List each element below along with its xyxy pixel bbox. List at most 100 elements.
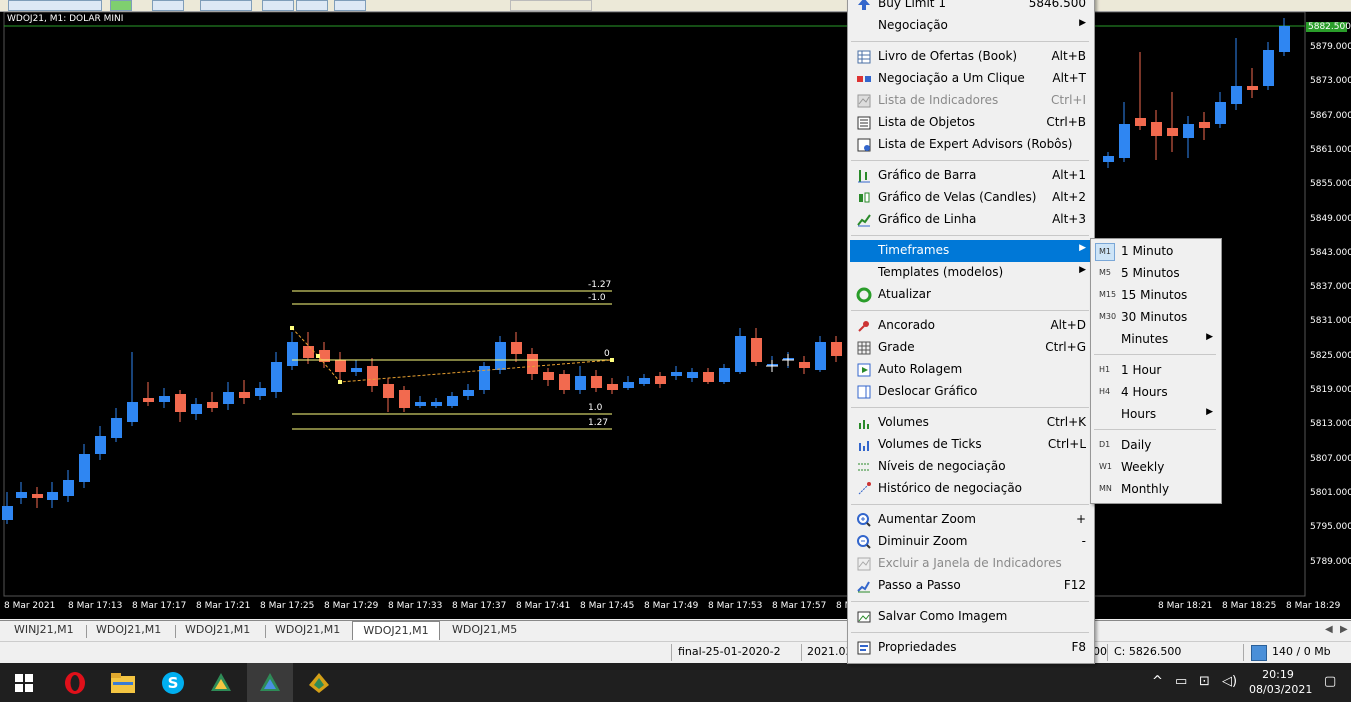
connection-status-icon[interactable] bbox=[1251, 645, 1267, 661]
toolbar-button[interactable] bbox=[8, 0, 102, 11]
tab-separator bbox=[265, 625, 266, 638]
battery-icon[interactable]: ▭ bbox=[1175, 674, 1187, 689]
menu-item-14[interactable]: Auto Rolagem bbox=[850, 359, 1092, 381]
network-icon[interactable]: ⊡ bbox=[1199, 674, 1210, 689]
menu-item-7[interactable]: Gráfico de Velas (Candles) Alt+2 bbox=[850, 187, 1092, 209]
candle-body bbox=[639, 378, 650, 384]
chart-tab[interactable]: WDOJ21,M1 bbox=[96, 623, 161, 639]
timeframe-item-0[interactable]: M1 1 Minuto bbox=[1093, 241, 1219, 263]
candle-body bbox=[95, 436, 106, 454]
timeframe-item-2[interactable]: M15 15 Minutos bbox=[1093, 285, 1219, 307]
toolbar-button[interactable] bbox=[110, 0, 132, 11]
time-tick-label: 8 Mar 2021 bbox=[4, 601, 56, 611]
tab-scroll-left-icon[interactable]: ◀ bbox=[1325, 624, 1333, 635]
menu-item-shortcut: F8 bbox=[1071, 640, 1086, 654]
metatrader-active-icon[interactable] bbox=[256, 669, 284, 697]
chart-tab[interactable]: WDOJ21,M5 bbox=[452, 623, 517, 639]
menu-item-11[interactable]: Atualizar bbox=[850, 284, 1092, 306]
file-explorer-icon[interactable] bbox=[109, 669, 137, 697]
clock-date: 08/03/2021 bbox=[1249, 683, 1313, 696]
menu-item-17[interactable]: Volumes de Ticks Ctrl+L bbox=[850, 434, 1092, 456]
menu-item-23[interactable]: Passo a Passo F12 bbox=[850, 575, 1092, 597]
price-tick-label: 5819.000 bbox=[1310, 385, 1351, 395]
menu-item-shortcut: 5846.500 bbox=[1028, 0, 1086, 10]
toolbar-button[interactable] bbox=[334, 0, 366, 11]
properties-icon bbox=[856, 640, 872, 656]
timeframe-item-3[interactable]: M30 30 Minutos bbox=[1093, 307, 1219, 329]
menu-item-19[interactable]: Histórico de negociação bbox=[850, 478, 1092, 500]
one-click-trading-icon bbox=[856, 71, 872, 87]
menu-item-5[interactable]: Lista de Expert Advisors (Robôs) bbox=[850, 134, 1092, 156]
menu-item-24[interactable]: Salvar Como Imagem bbox=[850, 606, 1092, 628]
timeframe-item-10[interactable]: MN Monthly bbox=[1093, 479, 1219, 501]
menu-item-16[interactable]: Volumes Ctrl+K bbox=[850, 412, 1092, 434]
time-tick-label: 8 Mar 18:29 bbox=[1286, 601, 1341, 611]
notifications-icon[interactable]: ▢ bbox=[1324, 674, 1336, 689]
windows-start-icon[interactable] bbox=[10, 669, 38, 697]
refresh-icon bbox=[856, 287, 872, 303]
menu-item-2[interactable]: Negociação a Um Clique Alt+T bbox=[850, 68, 1092, 90]
menu-item-21[interactable]: Diminuir Zoom - bbox=[850, 531, 1092, 553]
candle-body bbox=[175, 394, 186, 412]
zoom-in-icon bbox=[856, 512, 872, 528]
menu-item-13[interactable]: Grade Ctrl+G bbox=[850, 337, 1092, 359]
tab-separator bbox=[175, 625, 176, 638]
menu-item-1[interactable]: Livro de Ofertas (Book) Alt+B bbox=[850, 46, 1092, 68]
timeframe-code: MN bbox=[1099, 484, 1112, 493]
metatrader-icon[interactable] bbox=[207, 669, 235, 697]
toolbar-button[interactable] bbox=[152, 0, 184, 11]
chart-tab[interactable]: WDOJ21,M1 bbox=[352, 621, 440, 640]
menu-item-shortcut: Ctrl+K bbox=[1046, 415, 1086, 429]
menu-item-8[interactable]: Gráfico de Linha Alt+3 bbox=[850, 209, 1092, 231]
timeframe-item-6[interactable]: H4 4 Hours bbox=[1093, 382, 1219, 404]
menu-item-15[interactable]: Deslocar Gráfico bbox=[850, 381, 1092, 403]
menu-separator bbox=[851, 504, 1089, 505]
chart-tab[interactable]: WDOJ21,M1 bbox=[275, 623, 340, 639]
candle-body bbox=[575, 376, 586, 390]
volume-icon[interactable]: ◁) bbox=[1222, 674, 1237, 689]
menu-item-label: Negociação bbox=[878, 18, 948, 32]
tray-expand-icon[interactable]: ^ bbox=[1152, 674, 1163, 689]
toolbar-button[interactable] bbox=[510, 0, 592, 11]
menu-item-label: Gráfico de Linha bbox=[878, 212, 977, 226]
fibonacci-level-label: -1.0 bbox=[588, 293, 606, 303]
timeframe-item-5[interactable]: H1 1 Hour bbox=[1093, 360, 1219, 382]
trading-app-icon[interactable] bbox=[305, 669, 333, 697]
tab-scroll-right-icon[interactable]: ▶ bbox=[1340, 624, 1348, 635]
menu-item-4[interactable]: Lista de Objetos Ctrl+B bbox=[850, 112, 1092, 134]
timeframe-item-1[interactable]: M5 5 Minutos bbox=[1093, 263, 1219, 285]
menu-separator bbox=[851, 235, 1089, 236]
price-tick-label: 5795.000 bbox=[1310, 522, 1351, 533]
timeframe-item-9[interactable]: W1 Weekly bbox=[1093, 457, 1219, 479]
status-partial: 00 bbox=[1093, 645, 1107, 658]
chart-tab[interactable]: WINJ21,M1 bbox=[14, 623, 74, 639]
menu-item-shortcut: Alt+3 bbox=[1052, 212, 1086, 226]
menu-item-6[interactable]: Gráfico de Barra Alt+1 bbox=[850, 165, 1092, 187]
price-tick-label: 5867.000 bbox=[1310, 110, 1351, 121]
timeframe-item-4[interactable]: Minutes ▶ bbox=[1093, 329, 1219, 351]
timeframe-item-7[interactable]: Hours ▶ bbox=[1093, 404, 1219, 426]
bar-chart-icon bbox=[856, 168, 872, 184]
toolbar-button[interactable] bbox=[200, 0, 252, 11]
toolbar-button[interactable] bbox=[296, 0, 328, 11]
chart-tab[interactable]: WDOJ21,M1 bbox=[185, 623, 250, 639]
menu-item-shortcut: - bbox=[1081, 534, 1086, 548]
taskbar-clock[interactable]: 20:19 08/03/2021 bbox=[1249, 667, 1313, 697]
opera-browser-icon[interactable] bbox=[61, 669, 89, 697]
menu-item-25[interactable]: Propriedades F8 bbox=[850, 637, 1092, 659]
menu-item-18[interactable]: Níveis de negociação bbox=[850, 456, 1092, 478]
timeframe-item-8[interactable]: D1 Daily bbox=[1093, 435, 1219, 457]
menu-item-0[interactable]: Negociação ▶ bbox=[850, 15, 1092, 37]
skype-icon[interactable]: S bbox=[159, 669, 187, 697]
menu-item-10[interactable]: Templates (modelos) ▶ bbox=[850, 262, 1092, 284]
menu-item-9[interactable]: Timeframes ▶ bbox=[850, 240, 1092, 262]
menu-item-buy-limit[interactable]: Buy Limit 1 5846.500 bbox=[850, 0, 1092, 15]
candle-body bbox=[79, 454, 90, 482]
menu-item-20[interactable]: Aumentar Zoom + bbox=[850, 509, 1092, 531]
menu-item-12[interactable]: Ancorado Alt+D bbox=[850, 315, 1092, 337]
toolbar-button[interactable] bbox=[262, 0, 294, 11]
menu-item-label: Negociação a Um Clique bbox=[878, 71, 1025, 85]
candle-body bbox=[143, 398, 154, 402]
candle-body bbox=[127, 402, 138, 422]
price-tick-label: 5849.000 bbox=[1310, 213, 1351, 224]
